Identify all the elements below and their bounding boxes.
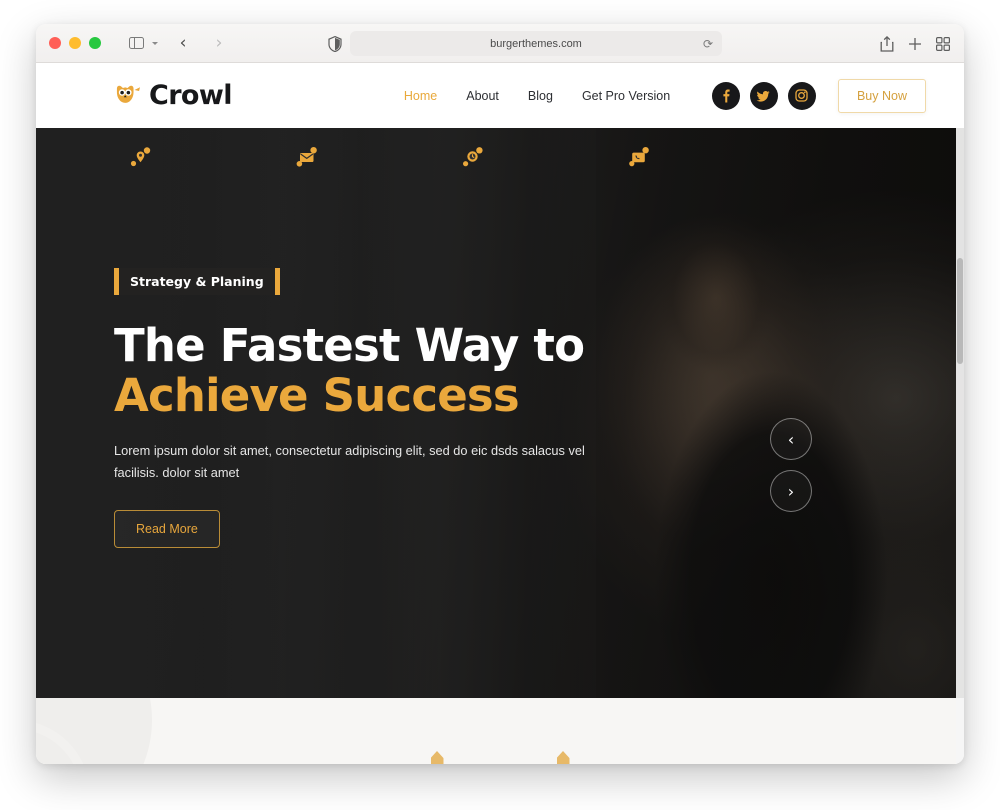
privacy-shield-icon[interactable]: [328, 35, 342, 53]
hero-section: Strategy & Planing The Fastest Way to Ac…: [36, 128, 964, 698]
site-header: Crowl Home About Blog Get Pro Version Bu…: [36, 63, 964, 128]
forward-button[interactable]: ›: [206, 31, 232, 55]
location-pin-icon: [130, 146, 296, 168]
chevron-down-icon[interactable]: [152, 41, 158, 45]
hero-badge: Strategy & Planing: [114, 268, 280, 295]
address-bar[interactable]: burgerthemes.com ⟳: [350, 31, 722, 56]
nav-item-about[interactable]: About: [466, 89, 499, 103]
hero-content: Strategy & Planing The Fastest Way to Ac…: [114, 268, 634, 548]
close-window-button[interactable]: [49, 37, 61, 49]
read-more-button[interactable]: Read More: [114, 509, 220, 548]
toolbar-right-actions: [880, 24, 950, 63]
sidebar-toggle-group[interactable]: [123, 31, 158, 55]
browser-toolbar: ‹ › burgerthemes.com ⟳: [36, 24, 964, 63]
hero-title: The Fastest Way to Achieve Success: [114, 319, 634, 423]
back-button[interactable]: ‹: [170, 31, 196, 55]
instagram-icon[interactable]: [787, 81, 816, 110]
section-peek-icons: [36, 751, 964, 764]
twitter-icon[interactable]: [749, 81, 778, 110]
plus-icon[interactable]: [908, 37, 922, 51]
nav-item-blog[interactable]: Blog: [528, 89, 553, 103]
tab-overview-icon[interactable]: [936, 36, 950, 51]
buy-now-button[interactable]: Buy Now: [837, 78, 926, 113]
browser-window: ‹ › burgerthemes.com ⟳ Crowl Home About …: [36, 24, 964, 764]
maximize-window-button[interactable]: [89, 37, 101, 49]
hero-title-line1: The Fastest Way to: [114, 319, 585, 372]
address-bar-url: burgerthemes.com: [490, 37, 582, 50]
facebook-icon[interactable]: [711, 81, 740, 110]
main-nav: Home About Blog Get Pro Version: [404, 89, 670, 103]
header-actions: Buy Now: [711, 78, 926, 113]
share-icon[interactable]: [880, 35, 894, 52]
peek-icon-left: [430, 751, 444, 764]
clock-icon: [462, 146, 628, 168]
carousel-prev-button[interactable]: ‹: [770, 418, 812, 460]
envelope-icon: [296, 146, 462, 168]
minimize-window-button[interactable]: [69, 37, 81, 49]
hero-description: Lorem ipsum dolor sit amet, consectetur …: [114, 442, 585, 480]
page-scrollbar-track[interactable]: [956, 128, 964, 764]
browser-nav-arrows: ‹ ›: [170, 31, 232, 55]
traffic-lights: [49, 37, 101, 49]
nav-item-get-pro-version[interactable]: Get Pro Version: [582, 89, 670, 103]
hero-badge-label: Strategy & Planing: [130, 274, 264, 289]
below-hero-section: [36, 698, 964, 764]
sidebar-icon[interactable]: [123, 31, 149, 55]
owl-logo-icon: [114, 84, 142, 108]
hero-decor-icons: [36, 146, 964, 168]
peek-icon-right: [556, 751, 570, 764]
site-logo[interactable]: Crowl: [114, 80, 232, 111]
hero-title-line2: Achieve Success: [114, 369, 520, 423]
page-viewport: Crowl Home About Blog Get Pro Version Bu…: [36, 63, 964, 764]
reload-icon[interactable]: ⟳: [703, 38, 713, 50]
nav-item-home[interactable]: Home: [404, 89, 437, 103]
carousel-next-button[interactable]: ›: [770, 470, 812, 512]
phone-icon: [628, 146, 794, 168]
brand-name: Crowl: [149, 80, 232, 111]
hero-carousel-nav: ‹ ›: [770, 418, 812, 512]
page-scrollbar-thumb[interactable]: [957, 258, 963, 364]
